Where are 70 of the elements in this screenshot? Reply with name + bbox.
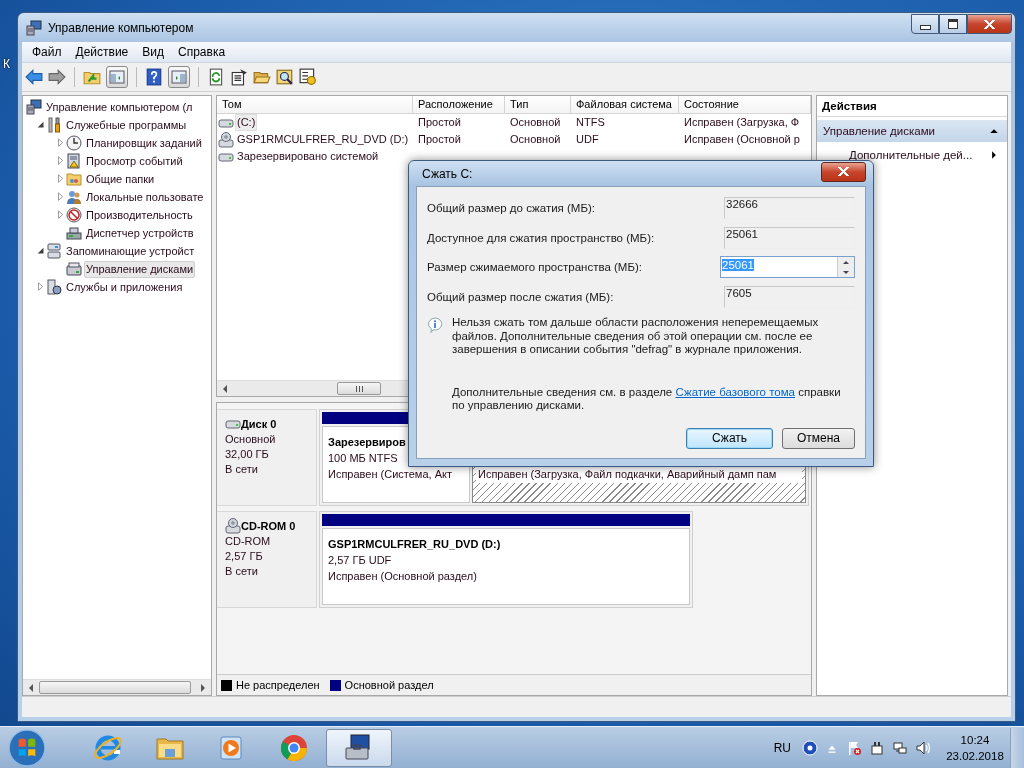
field-label: Размер сжимаемого пространства (МБ): <box>427 261 642 273</box>
table-cell-text: Основной <box>509 132 562 147</box>
menu-item[interactable]: Файл <box>25 45 69 59</box>
table-cell-text: Исправен (Основной р <box>683 132 801 147</box>
table-cell-text: Основной <box>509 115 562 130</box>
language-indicator[interactable]: RU <box>773 740 791 755</box>
legend-label: Не распределен <box>236 679 320 691</box>
table-cell[interactable]: Зарезервировано системой <box>235 148 381 165</box>
partition-name: Зарезервиров <box>327 435 407 450</box>
field-label: Общий размер после сжатия (МБ): <box>427 290 614 303</box>
menu-item[interactable]: Действие <box>68 45 136 59</box>
column-header[interactable]: Расположение <box>413 96 505 114</box>
menu-item[interactable]: Вид <box>135 45 171 59</box>
disk-type: Основной <box>225 432 277 447</box>
disk-name: CD-ROM 0 <box>241 518 296 534</box>
disk-size: 2,57 ГБ <box>225 549 264 564</box>
tree-item[interactable]: Локальные пользовате <box>84 188 206 206</box>
table-cell-text: Простой <box>417 132 462 147</box>
tree-item[interactable]: Запоминающие устройст <box>64 242 197 260</box>
action-section-header[interactable]: Управление дисками <box>817 120 1007 142</box>
pane-title: Действия <box>817 96 1007 117</box>
help-link[interactable]: Сжатие базового тома <box>675 385 796 398</box>
tree-item[interactable]: Просмотр событий <box>84 152 185 170</box>
column-header[interactable]: Состояние <box>679 96 811 114</box>
readonly-field: 32666 <box>724 197 855 219</box>
partition-box[interactable]: GSP1RMCULFRER_RU_DVD (D:) 2,57 ГБ UDF Исправен (Основной раздел) <box>322 528 690 605</box>
readonly-field: 25061 <box>724 226 855 249</box>
clock-time[interactable]: 10:24 <box>960 731 990 748</box>
partition-status: Исправен (Основной раздел) <box>327 569 478 584</box>
dialog-title: Сжать C: <box>422 166 473 181</box>
clock-date[interactable]: 23.02.2018 <box>946 747 1004 764</box>
column-header[interactable]: Тип <box>505 96 571 114</box>
dialog-button[interactable]: Отмена <box>782 427 855 449</box>
disk-type: CD-ROM <box>225 534 272 549</box>
column-header[interactable]: Файловая система <box>571 96 679 114</box>
tree-item[interactable]: Службы и приложения <box>64 278 185 296</box>
readonly-field: 7605 <box>724 285 855 308</box>
window-title: Управление компьютером <box>48 20 194 35</box>
table-cell-text: Исправен (Загрузка, Ф <box>683 115 801 130</box>
disk-status: В сети <box>225 462 259 477</box>
help-text: Дополнительные сведения см. в разделе Сжатие базового тома справки по управлению дисками. <box>452 385 842 413</box>
partition-size: 100 МБ NTFS <box>327 451 399 466</box>
table-cell-text: UDF <box>575 132 600 147</box>
table-cell-text: NTFS <box>575 115 606 130</box>
tree-item[interactable]: Планировщик заданий <box>84 134 204 152</box>
disk-size: 32,00 ГБ <box>225 447 270 462</box>
info-note: Нельзя сжать том дальше области расположения неперемещаемых файлов. Дополнительные сведения об этой операции см. после ее завершения в описании события "defrag" в журнале приложения. <box>452 316 820 357</box>
partition-name: GSP1RMCULFRER_RU_DVD (D:) <box>327 537 502 552</box>
field-label: Доступное для сжатия пространство (МБ): <box>427 231 655 244</box>
menu-item[interactable]: Справка <box>171 45 233 59</box>
desktop-icon-label[interactable]: К <box>3 57 10 71</box>
partition-size: 2,57 ГБ UDF <box>327 553 393 568</box>
partition-status: Исправен (Загрузка, Файл подкачки, Аварийный дамп пам <box>476 467 802 483</box>
tree-item[interactable]: Служебные программы <box>64 116 189 134</box>
field-label: Общий размер до сжатия (МБ): <box>427 202 595 214</box>
disk-status: В сети <box>225 564 259 579</box>
tree-item[interactable]: Общие папки <box>84 170 157 188</box>
table-cell[interactable]: GSP1RMCULFRER_RU_DVD (D:) <box>235 131 411 148</box>
table-cell[interactable]: (C:) <box>235 114 258 131</box>
disk-name: Диск 0 <box>241 416 277 432</box>
column-header[interactable]: Том <box>217 96 413 114</box>
dialog-button[interactable]: Сжать <box>686 427 773 449</box>
action-link[interactable]: Дополнительные дей... <box>849 149 973 161</box>
table-cell-text: Простой <box>417 115 462 130</box>
legend-label: Основной раздел <box>344 679 434 691</box>
tree-item[interactable]: Диспетчер устройств <box>84 224 196 242</box>
tree-item[interactable]: Управление дисками <box>84 260 196 278</box>
partition-status: Исправен (Система, Акт <box>327 467 453 482</box>
tree-item[interactable]: Производительность <box>84 206 195 224</box>
tree-item[interactable]: Управление компьютером (л <box>44 98 195 116</box>
